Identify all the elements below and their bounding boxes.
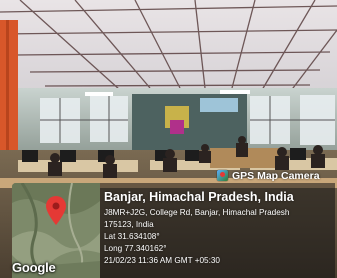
timestamp-text: 21/02/23 11:36 AM GMT +05:30 (104, 256, 220, 265)
google-logo: Google (12, 260, 56, 275)
location-info: Banjar, Himachal Pradesh, India J8MR+J2G… (104, 190, 294, 267)
address-line-1: J8MR+J2G, College Rd, Banjar, Himachal P… (104, 208, 290, 217)
gps-map-camera-badge: GPS Map Camera (217, 168, 320, 183)
badge-label: GPS Map Camera (232, 169, 320, 182)
longitude-text: Long 77.340162° (104, 244, 167, 253)
latitude-text: Lat 31.634108° (104, 232, 160, 241)
location-title: Banjar, Himachal Pradesh, India (104, 190, 294, 204)
gps-map-camera-icon (217, 170, 228, 181)
geotagged-photo: GPS Map Camera Google Banjar, Himachal P… (0, 0, 337, 278)
address-line-2: 175123, India (104, 220, 154, 229)
